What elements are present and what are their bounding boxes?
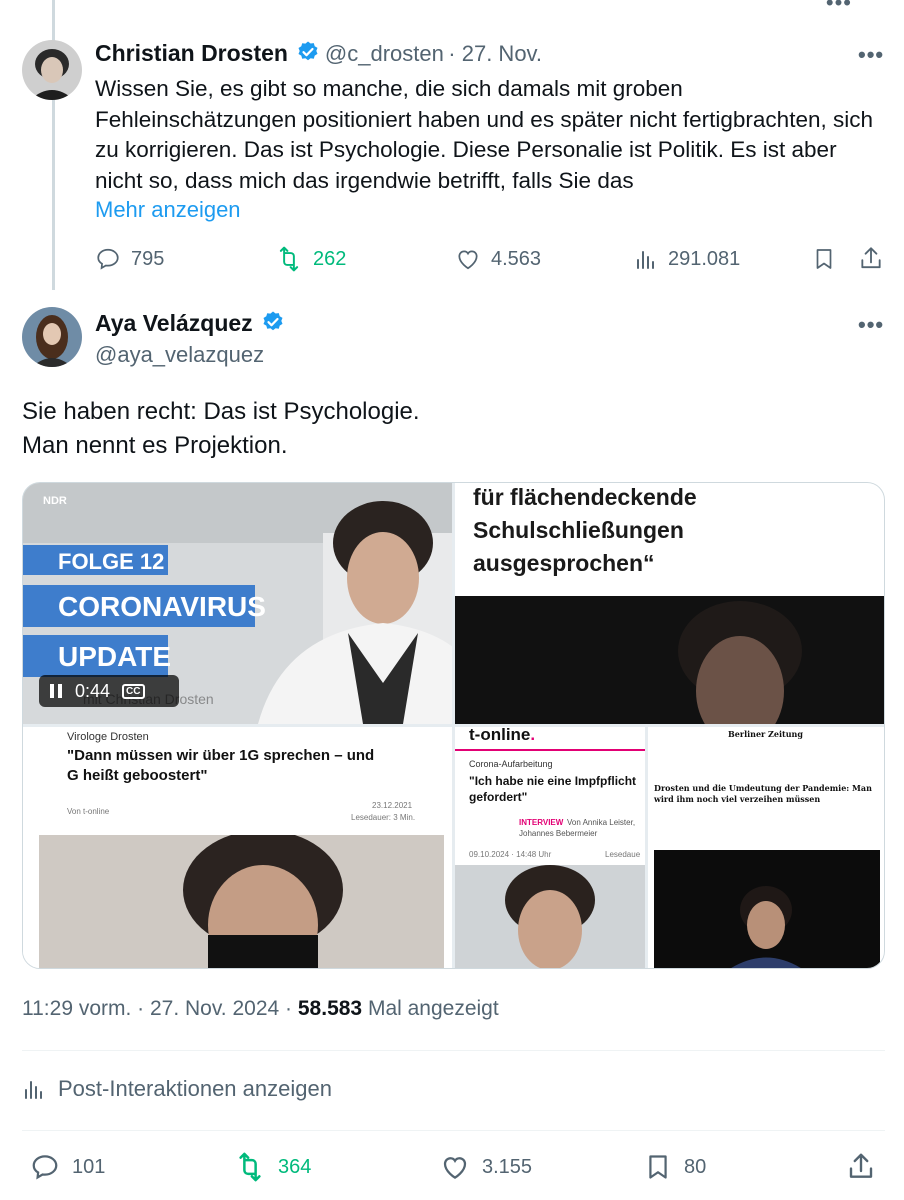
divider [22, 1050, 885, 1051]
article3-logo: Berliner Zeitung [728, 729, 803, 739]
article2-kicker: Corona-Aufarbeitung [469, 759, 553, 769]
retweet-button[interactable]: 364 [234, 1152, 311, 1182]
quote-line3: ausgesprochen“ [473, 550, 655, 576]
views-count: 291.081 [668, 247, 741, 270]
reply-icon [97, 248, 119, 270]
tweet1-header: Christian Drosten @c_drosten · 27. Nov. [95, 40, 542, 67]
author-name[interactable]: Aya Velázquez [95, 310, 253, 336]
divider [22, 1130, 885, 1131]
article3-headline: Drosten und die Umdeutung der Pandemie: … [654, 783, 872, 804]
avatar-velazquez[interactable] [22, 307, 82, 367]
author-handle[interactable]: @aya_velazquez [95, 342, 264, 368]
heart-icon [443, 1157, 467, 1179]
bookmark-button[interactable]: 80 [644, 1152, 706, 1182]
views-button[interactable]: 291.081 [634, 246, 740, 272]
views-label: Mal angezeigt [367, 997, 499, 1020]
article2-authors1: Von Annika Leister, [567, 818, 636, 827]
tweet2-text-line1: Sie haben recht: Das ist Psychologie. [22, 398, 420, 425]
article1-headline1: "Dann müssen wir über 1G sprechen – und [67, 747, 375, 764]
quote-text: für flächendeckende Schulschließungen au… [473, 483, 697, 580]
post-interactions-link[interactable]: Post-Interaktionen anzeigen [22, 1076, 332, 1102]
article1-date: 23.12.2021 [372, 801, 413, 810]
views-count: 58.583 [297, 997, 363, 1020]
tweet1-text: Wissen Sie, es gibt so manche, die sich … [95, 76, 873, 193]
retweet-icon [239, 1152, 261, 1182]
reply-button[interactable]: 795 [95, 246, 164, 272]
portrait-dark [455, 596, 884, 724]
verified-badge-icon [298, 41, 318, 61]
views-icon [637, 251, 654, 269]
tweet-meta: 11:29 vorm. · 27. Nov. 2024 · 58.583 Mal… [22, 997, 499, 1021]
retweet-button[interactable]: 262 [275, 246, 346, 272]
top-more-icon[interactable]: ••• [826, 0, 852, 16]
bookmark-icon [649, 1155, 667, 1179]
tweet-date[interactable]: · 27. Nov. [448, 41, 542, 66]
share-button[interactable] [846, 1150, 876, 1187]
video-controls[interactable]: 0:44 CC [39, 675, 179, 707]
quote-tile[interactable]: für flächendeckende Schulschließungen au… [455, 483, 884, 724]
like-button[interactable]: 4.563 [455, 246, 541, 272]
article2-tile[interactable]: t-online. Corona-Aufarbeitung "Ich habe … [455, 727, 645, 968]
tweet2-text-line2: Man nennt es Projektion. [22, 432, 288, 459]
article2-photo [455, 865, 645, 968]
reply-count: 101 [72, 1155, 106, 1178]
article1-kicker: Virologe Drosten [67, 731, 149, 743]
article1-readtime: Lesedauer: 3 Min. [351, 813, 416, 822]
bookmark-icon [816, 249, 832, 269]
article2-readtime: Lesedaue [605, 850, 641, 859]
video-tile[interactable]: NDR FOLGE 12 CORONAVIRUS UPDATE mit Chri… [23, 483, 452, 724]
heart-icon [458, 250, 478, 270]
share-icon [861, 247, 881, 269]
reply-button[interactable]: 101 [30, 1152, 105, 1182]
closed-captions-icon[interactable]: CC [122, 683, 145, 699]
tonline-logo: t-online. [469, 727, 536, 744]
verified-badge-icon [263, 311, 283, 331]
video-title2: UPDATE [23, 635, 171, 677]
share-icon [849, 1153, 873, 1178]
more-options-icon[interactable]: ••• [858, 42, 884, 68]
quote-line2: Schulschließungen [473, 517, 684, 543]
video-folge: FOLGE 12 [23, 545, 168, 575]
show-more-link[interactable]: Mehr anzeigen [95, 197, 241, 223]
article2-date: 09.10.2024 · 14:48 Uhr [469, 850, 552, 859]
article2-headline2: gefordert" [469, 790, 528, 804]
article2-interview: INTERVIEW [519, 818, 564, 827]
tonline-logo-text: t-online [469, 727, 531, 744]
article1-photo [23, 835, 452, 968]
tweet2-header: Aya Velázquez [95, 310, 285, 337]
article3-photo [654, 850, 880, 968]
article1-tile[interactable]: Virologe Drosten "Dann müssen wir über 1… [23, 727, 452, 968]
tweet-timestamp[interactable]: 11:29 vorm. · 27. Nov. 2024 · [22, 997, 292, 1020]
bookmark-count: 80 [684, 1155, 707, 1178]
reply-count: 795 [131, 247, 165, 270]
article2-headline1: "Ich habe nie eine Impfpflicht [469, 774, 637, 788]
article1-source: Von t-online [67, 807, 110, 816]
media-grid: NDR FOLGE 12 CORONAVIRUS UPDATE mit Chri… [22, 482, 885, 969]
retweet-icon [279, 246, 299, 272]
like-count: 4.563 [491, 247, 542, 270]
like-button[interactable]: 3.155 [440, 1152, 532, 1182]
author-handle[interactable]: @c_drosten [325, 41, 444, 66]
retweet-count: 262 [313, 247, 347, 270]
analytics-icon [25, 1081, 42, 1099]
article3-tile[interactable]: Berliner Zeitung Drosten und die Umdeutu… [648, 727, 884, 968]
article1-headline2: G heißt geboostert" [67, 767, 208, 784]
share-button[interactable] [858, 244, 884, 277]
video-title1: CORONAVIRUS [23, 585, 266, 627]
retweet-count: 364 [278, 1155, 312, 1178]
reply-icon [32, 1155, 58, 1180]
author-name[interactable]: Christian Drosten [95, 40, 288, 66]
ndr-badge: NDR [43, 495, 67, 507]
bookmark-button[interactable] [812, 246, 836, 277]
quote-line1: für flächendeckende [473, 484, 697, 510]
post-interactions-label: Post-Interaktionen anzeigen [58, 1076, 332, 1101]
avatar-drosten[interactable] [22, 40, 82, 100]
like-count: 3.155 [482, 1155, 533, 1178]
more-options-icon[interactable]: ••• [858, 312, 884, 338]
article2-authors2: Johannes Bebermeier [519, 829, 598, 838]
video-time: 0:44 [75, 680, 111, 701]
pause-icon[interactable] [49, 683, 63, 699]
